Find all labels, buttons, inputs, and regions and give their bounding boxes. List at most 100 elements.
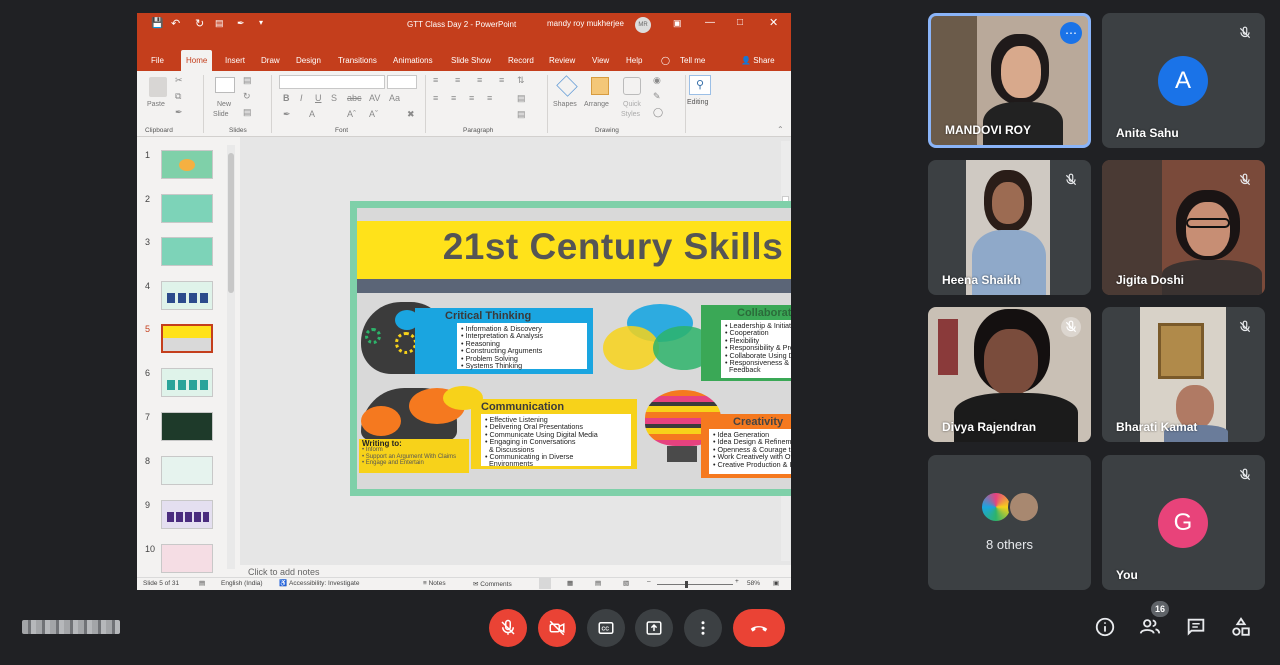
spacing-icon[interactable]: AV — [369, 93, 380, 103]
reading-view-icon[interactable]: ▤ — [595, 579, 601, 587]
slide-thumbnail-6[interactable] — [161, 368, 213, 397]
zoom-out-icon[interactable]: – — [647, 578, 651, 585]
minimize-icon[interactable]: — — [705, 17, 715, 28]
present-screen-button[interactable] — [635, 609, 673, 647]
tab-record[interactable]: Record — [508, 56, 534, 65]
cut-icon[interactable]: ✂ — [175, 75, 183, 86]
share-button[interactable]: 👤 Share — [741, 56, 775, 65]
underline-icon[interactable]: U — [315, 93, 322, 103]
participant-tile-anita-sahu[interactable]: A Anita Sahu — [1102, 13, 1265, 148]
slide-thumbnail-4[interactable] — [161, 281, 213, 310]
tab-animations[interactable]: Animations — [393, 56, 433, 65]
indent-icon[interactable]: ≡ — [477, 75, 482, 85]
thumbnails-scrollbar[interactable] — [227, 145, 235, 569]
tab-file[interactable]: File — [151, 56, 164, 65]
people-button[interactable] — [1138, 615, 1162, 639]
search-icon[interactable]: ⚲ — [689, 75, 711, 95]
language-status[interactable]: English (India) — [221, 580, 263, 587]
spellcheck-icon[interactable]: ▤ — [199, 579, 205, 587]
slide-thumbnail-8[interactable] — [161, 456, 213, 485]
brush-icon[interactable]: ✒ — [237, 18, 245, 29]
collapse-ribbon-icon[interactable]: ⌃ — [777, 125, 784, 134]
participant-tile-jigita-doshi[interactable]: Jigita Doshi — [1102, 160, 1265, 295]
slide-thumbnail-7[interactable] — [161, 412, 213, 441]
account-avatar[interactable]: MR — [635, 17, 651, 33]
quick-styles-icon[interactable] — [623, 77, 641, 95]
more-options-button[interactable] — [684, 609, 722, 647]
new-slide-label[interactable]: New — [217, 101, 231, 109]
leave-call-button[interactable] — [733, 609, 785, 647]
align-text-icon[interactable]: ▤ — [517, 93, 526, 104]
tab-home[interactable]: Home — [181, 50, 213, 71]
shape-effects-icon[interactable]: ◯ — [653, 107, 663, 118]
ribbon-display-icon[interactable]: ▣ — [673, 18, 682, 29]
zoom-level[interactable]: 58% — [747, 580, 760, 587]
shapes-label[interactable]: Shapes — [553, 101, 577, 109]
arrange-label[interactable]: Arrange — [584, 101, 609, 109]
activities-button[interactable] — [1229, 615, 1253, 639]
highlight-icon[interactable]: ✒ — [283, 109, 291, 120]
copy-icon[interactable]: ⧉ — [175, 91, 181, 102]
numbering-icon[interactable]: ≡ — [455, 75, 460, 85]
arrange-icon[interactable] — [591, 77, 609, 95]
participant-tile-others[interactable]: 8 others — [928, 455, 1091, 590]
more-options-icon[interactable]: ⋯ — [1060, 22, 1082, 44]
new-slide-icon[interactable] — [215, 77, 235, 93]
bold-icon[interactable]: B — [283, 93, 290, 103]
format-painter-icon[interactable]: ✒ — [175, 107, 183, 118]
accessibility-icon[interactable]: ♿ — [279, 579, 287, 587]
fit-slide-icon[interactable]: ▣ — [773, 579, 779, 587]
align-left-icon[interactable]: ≡ — [433, 93, 438, 103]
tab-slide-show[interactable]: Slide Show — [451, 56, 491, 65]
decrease-font-icon[interactable]: Aˇ — [369, 109, 378, 119]
increase-font-icon[interactable]: Aˆ — [347, 109, 356, 119]
tell-me-search[interactable]: Tell me — [680, 56, 705, 65]
notes-button[interactable]: ≡ Notes — [423, 580, 446, 587]
strikethrough-icon[interactable]: abc — [347, 93, 362, 103]
align-center-icon[interactable]: ≡ — [451, 93, 456, 103]
quick-styles-label[interactable]: Quick — [623, 101, 641, 109]
shape-fill-icon[interactable]: ◉ — [653, 75, 661, 86]
new-slide-label-2[interactable]: Slide — [213, 111, 229, 119]
current-slide[interactable]: 21st Century Skills Critical Thinking • … — [350, 201, 791, 496]
font-size-box[interactable] — [387, 75, 417, 89]
save-icon[interactable]: 💾 — [151, 18, 163, 29]
align-right-icon[interactable]: ≡ — [469, 93, 474, 103]
accessibility-status[interactable]: Accessibility: Investigate — [289, 580, 359, 587]
undo-icon[interactable]: ↶ — [171, 17, 180, 30]
slide-thumbnail-3[interactable] — [161, 237, 213, 266]
font-name-box[interactable] — [279, 75, 385, 89]
line-spacing-icon[interactable]: ≡ — [499, 75, 504, 85]
smartart-icon[interactable]: ▤ — [517, 109, 526, 120]
participant-tile-you[interactable]: G You — [1102, 455, 1265, 590]
present-icon[interactable]: ▤ — [215, 18, 224, 29]
layout-icon[interactable]: ▤ — [243, 75, 252, 86]
account-name[interactable]: mandy roy mukherjee — [547, 19, 624, 28]
slideshow-view-icon[interactable]: ▧ — [623, 579, 629, 587]
paste-icon[interactable] — [149, 77, 167, 97]
participant-tile-divya-rajendran[interactable]: Divya Rajendran — [928, 307, 1091, 442]
microphone-off-button[interactable] — [489, 609, 527, 647]
tab-review[interactable]: Review — [549, 56, 575, 65]
notes-placeholder[interactable]: Click to add notes — [248, 567, 320, 577]
tab-design[interactable]: Design — [296, 56, 321, 65]
quick-styles-label-2[interactable]: Styles — [621, 111, 640, 119]
redo-icon[interactable]: ↻ — [195, 17, 204, 30]
justify-icon[interactable]: ≡ — [487, 93, 492, 103]
bullets-icon[interactable]: ≡ — [433, 75, 438, 85]
shape-outline-icon[interactable]: ✎ — [653, 91, 661, 102]
case-icon[interactable]: Aa — [389, 93, 400, 103]
tab-draw[interactable]: Draw — [261, 56, 280, 65]
maximize-icon[interactable]: □ — [737, 17, 743, 28]
editing-label[interactable]: Editing — [687, 99, 708, 107]
clear-format-icon[interactable]: ✖ — [407, 109, 415, 120]
slide-thumbnail-10[interactable] — [161, 544, 213, 573]
meeting-details-button[interactable] — [1093, 615, 1117, 639]
captions-button[interactable]: CC — [587, 609, 625, 647]
camera-off-button[interactable] — [538, 609, 576, 647]
tab-insert[interactable]: Insert — [225, 56, 245, 65]
paste-label[interactable]: Paste — [147, 101, 165, 109]
slide-thumbnail-5[interactable] — [161, 324, 213, 353]
participant-tile-heena-shaikh[interactable]: Heena Shaikh — [928, 160, 1091, 295]
tab-help[interactable]: Help — [626, 56, 642, 65]
